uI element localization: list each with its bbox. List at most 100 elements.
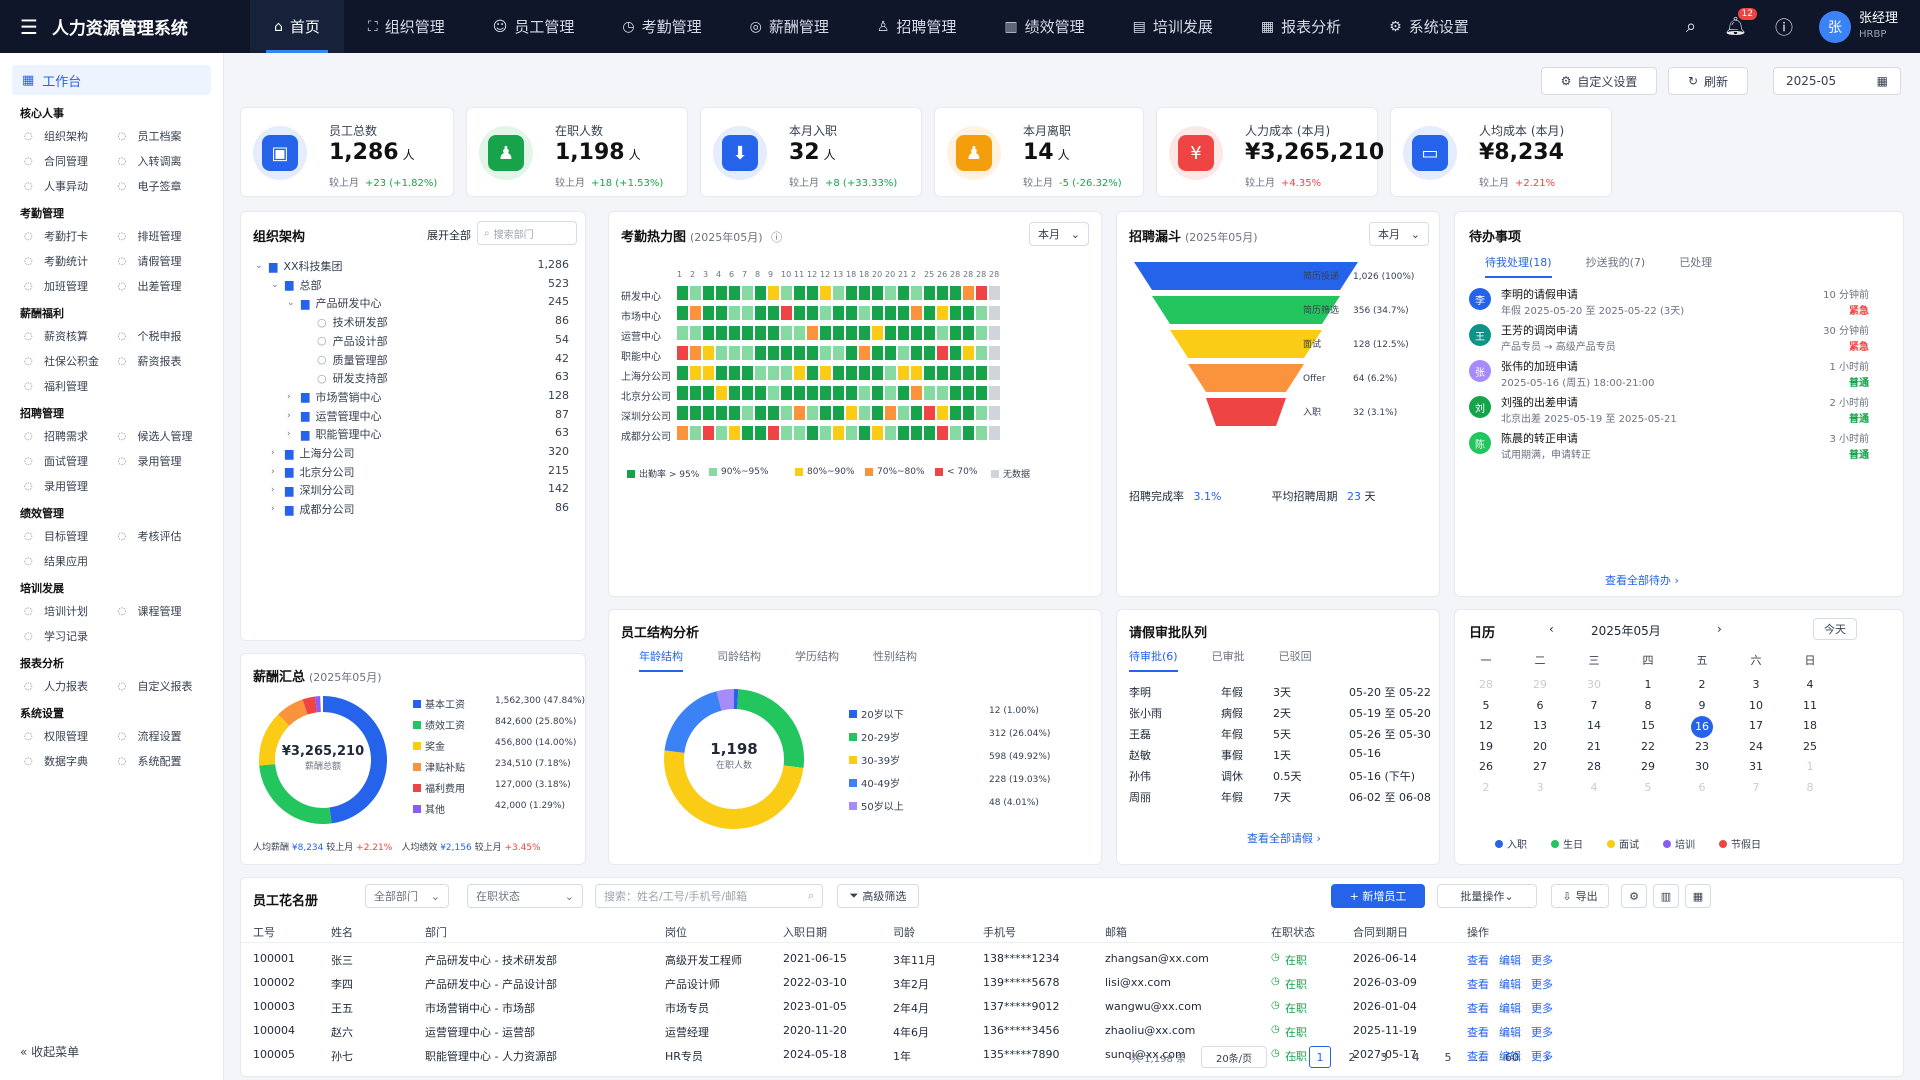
- heatmap-cell[interactable]: [781, 286, 792, 300]
- heatmap-cell[interactable]: [859, 326, 870, 340]
- heatmap-cell[interactable]: [898, 386, 909, 400]
- heatmap-cell[interactable]: [937, 306, 948, 320]
- month-picker[interactable]: 2025-05 ▦: [1773, 67, 1901, 95]
- calendar-day[interactable]: 24: [1741, 740, 1771, 753]
- heatmap-cell[interactable]: [963, 346, 974, 360]
- sidebar-item[interactable]: ◌ 社保公积金: [24, 352, 118, 370]
- nav-item-6[interactable]: ▥ 绩效管理: [980, 0, 1108, 53]
- heatmap-cell[interactable]: [950, 326, 961, 340]
- heatmap-cell[interactable]: [911, 366, 922, 380]
- heatmap-cell[interactable]: [872, 386, 883, 400]
- heatmap-cell[interactable]: [911, 326, 922, 340]
- org-row[interactable]: › ▆ 成都分公司: [271, 501, 354, 517]
- calendar-day[interactable]: 7: [1741, 781, 1771, 794]
- heatmap-cell[interactable]: [963, 366, 974, 380]
- heatmap-cell[interactable]: [729, 426, 740, 440]
- more-link[interactable]: 更多: [1531, 952, 1553, 968]
- todo-item[interactable]: 王王芳的调岗申请 产品专员 → 高级产品专员 30 分钟前 紧急: [1469, 322, 1869, 354]
- expand-arrow-icon[interactable]: ⌄: [287, 298, 297, 308]
- sidebar-item[interactable]: ◌ 录用管理: [118, 452, 212, 470]
- sidebar-item[interactable]: ◌ 人事异动: [24, 177, 118, 195]
- calendar-day[interactable]: 7: [1579, 699, 1609, 712]
- heatmap-cell[interactable]: [781, 306, 792, 320]
- tab-1[interactable]: 司龄结构: [717, 648, 761, 672]
- heatmap-cell[interactable]: [911, 306, 922, 320]
- page-button[interactable]: ...: [1469, 1046, 1491, 1068]
- calendar-prev-button[interactable]: ‹: [1549, 622, 1554, 636]
- heatmap-cell[interactable]: [781, 326, 792, 340]
- heatmap-cell[interactable]: [690, 366, 701, 380]
- heatmap-cell[interactable]: [872, 426, 883, 440]
- calendar-day[interactable]: 26: [1471, 760, 1501, 773]
- page-button[interactable]: 2: [1341, 1046, 1363, 1068]
- nav-item-0[interactable]: ⌂ 首页: [250, 0, 344, 53]
- heatmap-cell[interactable]: [729, 346, 740, 360]
- heatmap-cell[interactable]: [846, 306, 857, 320]
- heatmap-cell[interactable]: [924, 326, 935, 340]
- sidebar-item[interactable]: ◌ 员工档案: [118, 127, 212, 145]
- heatmap-cell[interactable]: [716, 366, 727, 380]
- heatmap-cell[interactable]: [781, 406, 792, 420]
- calendar-day[interactable]: 6: [1687, 781, 1717, 794]
- heatmap-cell[interactable]: [989, 366, 1000, 380]
- sidebar-item[interactable]: ◌ 系统配置: [118, 752, 212, 770]
- heatmap-cell[interactable]: [963, 426, 974, 440]
- heatmap-cell[interactable]: [729, 406, 740, 420]
- nav-item-3[interactable]: ◷ 考勤管理: [598, 0, 725, 53]
- heatmap-cell[interactable]: [989, 406, 1000, 420]
- heatmap-cell[interactable]: [794, 346, 805, 360]
- heatmap-cell[interactable]: [976, 386, 987, 400]
- heatmap-cell[interactable]: [872, 326, 883, 340]
- heatmap-cell[interactable]: [677, 406, 688, 420]
- heatmap-cell[interactable]: [755, 366, 766, 380]
- org-row[interactable]: ⌄ ▆ 产品研发中心: [287, 295, 381, 311]
- org-row[interactable]: ○ 研发支持部: [303, 370, 388, 386]
- heatmap-cell[interactable]: [677, 346, 688, 360]
- heatmap-cell[interactable]: [859, 426, 870, 440]
- heatmap-cell[interactable]: [729, 326, 740, 340]
- view-link[interactable]: 查看: [1467, 1000, 1489, 1016]
- heatmap-cell[interactable]: [859, 306, 870, 320]
- heatmap-cell[interactable]: [742, 406, 753, 420]
- heatmap-cell[interactable]: [937, 386, 948, 400]
- heatmap-cell[interactable]: [846, 326, 857, 340]
- edit-link[interactable]: 编辑: [1499, 1000, 1521, 1016]
- calendar-day[interactable]: 30: [1687, 760, 1717, 773]
- org-row[interactable]: ○ 质量管理部: [303, 352, 388, 368]
- heatmap-cell[interactable]: [885, 346, 896, 360]
- more-link[interactable]: 更多: [1531, 976, 1553, 992]
- sidebar-item[interactable]: ◌ 排班管理: [118, 227, 212, 245]
- heatmap-cell[interactable]: [950, 426, 961, 440]
- calendar-day[interactable]: 6: [1525, 699, 1555, 712]
- heatmap-cell[interactable]: [859, 406, 870, 420]
- heatmap-cell[interactable]: [807, 426, 818, 440]
- heatmap-cell[interactable]: [898, 366, 909, 380]
- org-search-input[interactable]: ⌕ 搜索部门: [477, 221, 577, 245]
- heatmap-cell[interactable]: [833, 306, 844, 320]
- calendar-day[interactable]: 14: [1579, 719, 1609, 732]
- heatmap-cell[interactable]: [859, 286, 870, 300]
- calendar-day[interactable]: 22: [1633, 740, 1663, 753]
- sidebar-item[interactable]: ◌ 组织架构: [24, 127, 118, 145]
- sidebar-item[interactable]: ◌ 出差管理: [118, 277, 212, 295]
- heatmap-cell[interactable]: [742, 286, 753, 300]
- heatmap-cell[interactable]: [937, 406, 948, 420]
- tab-1[interactable]: 已审批: [1212, 648, 1245, 672]
- calendar-day[interactable]: 15: [1633, 719, 1663, 732]
- todo-item[interactable]: 刘刘强的出差申请 北京出差 2025-05-19 至 2025-05-21 2 小时…: [1469, 394, 1869, 426]
- heatmap-cell[interactable]: [976, 286, 987, 300]
- help-icon[interactable]: ⓘ: [1775, 14, 1793, 40]
- expand-arrow-icon[interactable]: ›: [271, 485, 281, 495]
- donut-segment[interactable]: [716, 689, 735, 711]
- heatmap-cell[interactable]: [898, 406, 909, 420]
- heatmap-cell[interactable]: [820, 306, 831, 320]
- grid-icon[interactable]: ▦: [1685, 884, 1711, 908]
- heatmap-cell[interactable]: [729, 286, 740, 300]
- calendar-day[interactable]: 31: [1741, 760, 1771, 773]
- heatmap-cell[interactable]: [807, 406, 818, 420]
- tab-3[interactable]: 性别结构: [873, 648, 917, 672]
- heatmap-cell[interactable]: [976, 426, 987, 440]
- avatar[interactable]: 张: [1818, 10, 1851, 43]
- heatmap-cell[interactable]: [885, 426, 896, 440]
- heatmap-cell[interactable]: [781, 346, 792, 360]
